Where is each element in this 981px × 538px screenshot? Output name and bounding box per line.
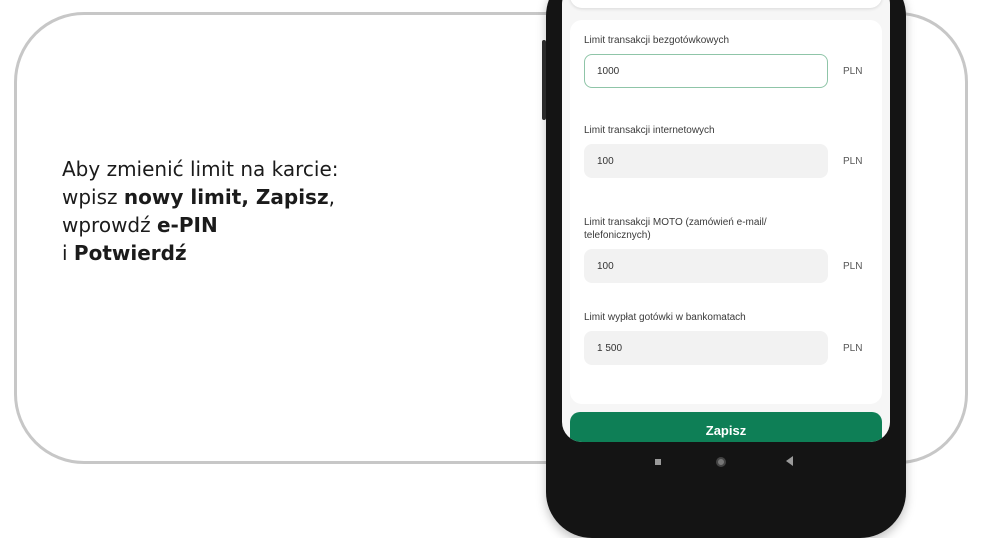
instruction-text: Aby zmienić limit na karcie: wpisz nowy … <box>62 155 522 267</box>
instruction-bold-part: nowy limit, Zapisz <box>123 185 329 209</box>
field-label: Limit transakcji MOTO (zamówień e-mail/ … <box>584 217 767 241</box>
phone-device: Limit transakcji bezgotówkowych 1000 PLN… <box>542 0 906 538</box>
circle-icon[interactable] <box>716 457 726 467</box>
phone-side-button <box>542 40 546 120</box>
field-cashless-limit: Limit transakcji bezgotówkowych 1000 PLN <box>584 34 874 88</box>
currency-label: PLN <box>843 261 863 272</box>
internet-limit-input[interactable]: 100 <box>584 144 828 178</box>
currency-label: PLN <box>843 343 863 354</box>
instruction-line-2: wpisz nowy limit, Zapisz, <box>62 183 522 211</box>
instruction-line-1: Aby zmienić limit na karcie: <box>62 157 339 181</box>
instruction-bold-part: Potwierdź <box>73 241 187 265</box>
field-row: 1000 PLN <box>584 54 874 88</box>
field-row: 100 PLN <box>584 144 874 178</box>
field-label: Limit transakcji internetowych <box>584 125 715 136</box>
square-icon[interactable] <box>655 459 661 465</box>
field-label: Limit wypłat gotówki w bankomatach <box>584 312 746 323</box>
triangle-back-icon[interactable] <box>786 456 793 466</box>
limits-form-card: Limit transakcji bezgotówkowych 1000 PLN… <box>570 20 882 404</box>
save-button[interactable]: Zapisz <box>570 412 882 442</box>
instruction-bold-part: e-PIN <box>156 213 218 237</box>
currency-label: PLN <box>843 156 863 167</box>
instruction-text-part: wprowdź <box>62 213 157 237</box>
field-moto-limit: Limit transakcji MOTO (zamówień e-mail/ … <box>584 216 874 283</box>
field-internet-limit: Limit transakcji internetowych 100 PLN <box>584 124 874 178</box>
atm-limit-input[interactable]: 1 500 <box>584 331 828 365</box>
instruction-text-part: , <box>328 185 335 209</box>
field-label: Limit transakcji bezgotówkowych <box>584 35 730 46</box>
phone-screen: Limit transakcji bezgotówkowych 1000 PLN… <box>562 0 890 442</box>
instruction-line-3: wprowdź e-PIN <box>62 211 522 239</box>
moto-limit-input[interactable]: 100 <box>584 249 828 283</box>
field-row: 100 PLN <box>584 249 874 283</box>
android-nav-bar <box>546 452 906 476</box>
cashless-limit-input[interactable]: 1000 <box>584 54 828 88</box>
instruction-text-part: i <box>62 241 74 265</box>
currency-label: PLN <box>843 66 863 77</box>
field-row: 1 500 PLN <box>584 331 874 365</box>
instruction-text-part: wpisz <box>62 185 124 209</box>
field-atm-limit: Limit wypłat gotówki w bankomatach 1 500… <box>584 311 874 365</box>
previous-card-section <box>570 0 882 8</box>
instruction-line-4: i Potwierdź <box>62 239 522 267</box>
